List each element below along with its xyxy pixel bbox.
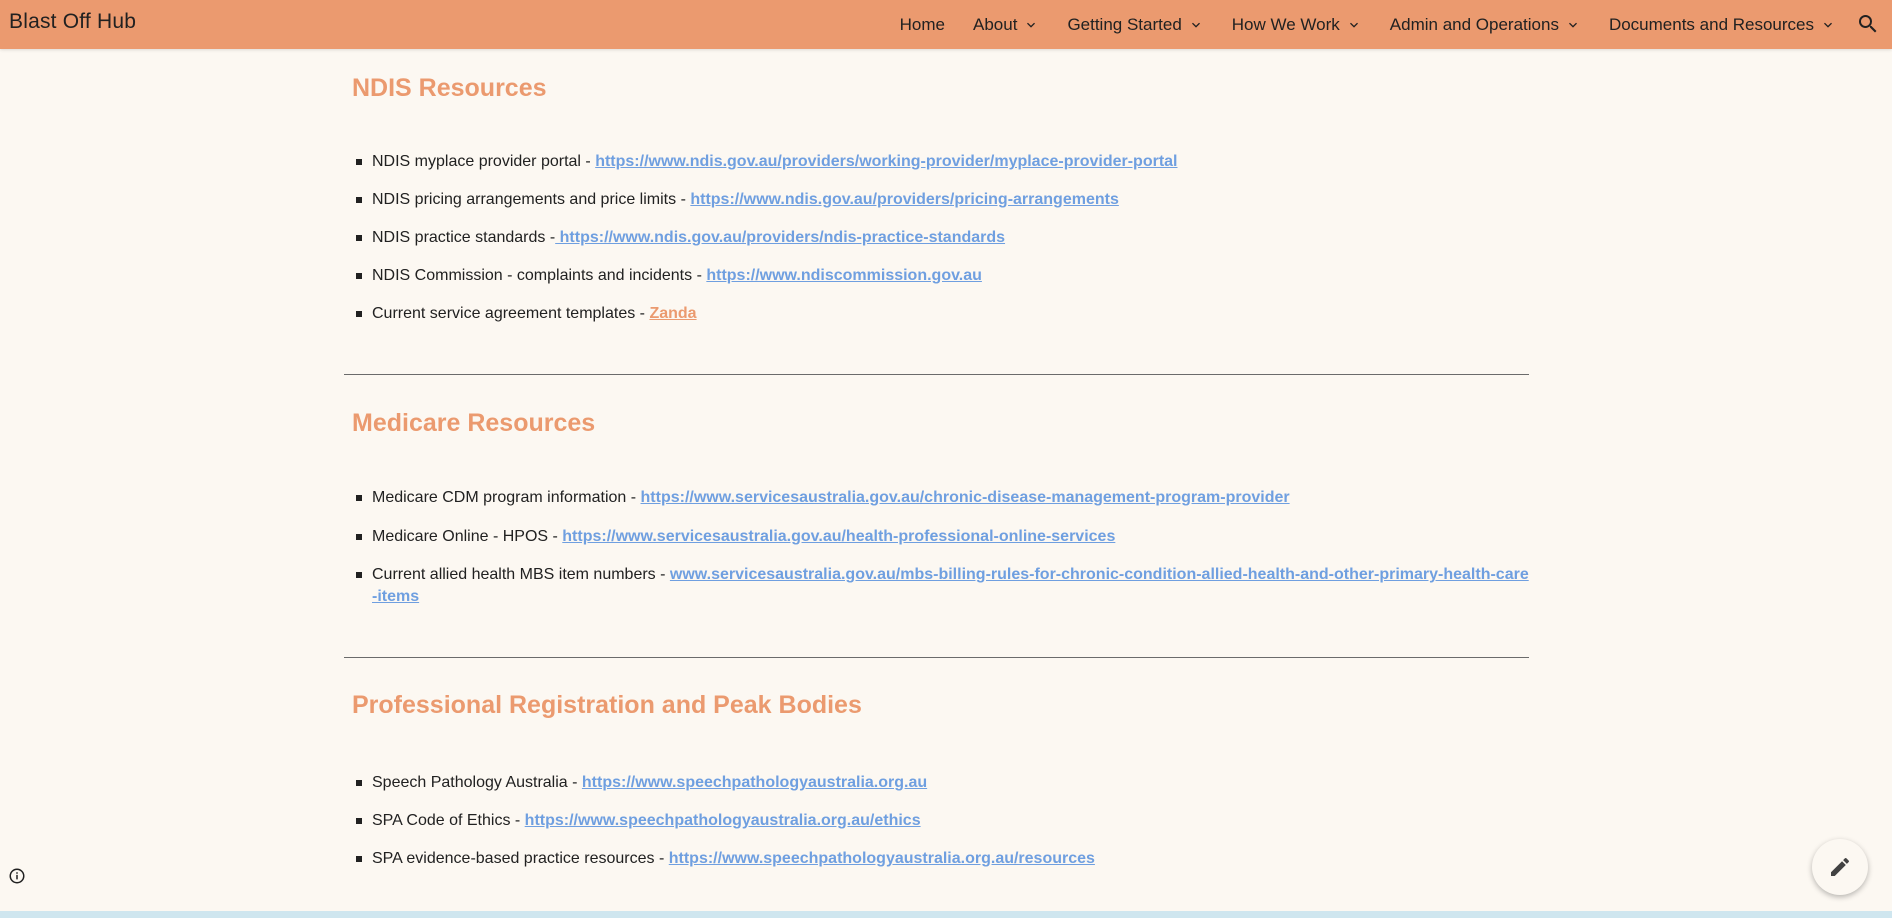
list-item: NDIS pricing arrangements and price limi…: [344, 189, 1530, 211]
nav-admin-and-operations[interactable]: Admin and Operations: [1390, 15, 1581, 35]
resource-link[interactable]: https://www.ndis.gov.au/providers/pricin…: [690, 191, 1119, 208]
nav-how-we-work-label: How We Work: [1231, 14, 1340, 34]
list-item-text: SPA Code of Ethics -: [372, 812, 525, 829]
nav-home-label: Home: [899, 14, 945, 34]
site-title[interactable]: Blast Off Hub: [9, 10, 136, 34]
ndis-resource-list: NDIS myplace provider portal - https://w…: [344, 151, 1530, 325]
edit-button[interactable]: [1812, 839, 1868, 895]
list-item-text: NDIS Commission - complaints and inciden…: [372, 267, 707, 284]
section-divider: [344, 657, 1529, 658]
nav-about-label: About: [973, 14, 1018, 34]
search-icon[interactable]: [1856, 12, 1880, 36]
chevron-down-icon: [1027, 22, 1036, 28]
nav-getting-started-label: Getting Started: [1067, 14, 1182, 34]
resource-link[interactable]: https://www.speechpathologyaustralia.org…: [525, 812, 921, 829]
section-title-medicare: Medicare Resources: [352, 409, 596, 437]
list-item-text: Current service agreement templates -: [372, 305, 650, 322]
info-icon[interactable]: [8, 867, 26, 885]
resource-link[interactable]: https://www.ndis.gov.au/providers/ndis-p…: [555, 229, 1005, 246]
medicare-resource-list: Medicare CDM program information - https…: [344, 487, 1530, 608]
chevron-down-icon: [1568, 22, 1577, 28]
chevron-down-icon: [1191, 22, 1200, 28]
chevron-down-icon: [1349, 22, 1358, 28]
resource-link[interactable]: https://www.ndiscommission.gov.au: [706, 267, 982, 284]
nav-documents-and-resources[interactable]: Documents and Resources: [1609, 15, 1836, 35]
resource-link[interactable]: https://www.servicesaustralia.gov.au/chr…: [641, 489, 1290, 506]
nav-home[interactable]: Home: [900, 15, 945, 35]
list-item-text: Medicare CDM program information -: [372, 489, 641, 506]
resource-link[interactable]: https://www.speechpathologyaustralia.org…: [669, 850, 1095, 867]
list-item: Current service agreement templates - Za…: [344, 303, 1530, 325]
list-item-text: NDIS myplace provider portal -: [372, 153, 596, 170]
resource-link[interactable]: https://www.servicesaustralia.gov.au/hea…: [562, 528, 1115, 545]
list-item-text: SPA evidence-based practice resources -: [372, 850, 669, 867]
main-content: NDIS Resources NDIS myplace provider por…: [344, 49, 1530, 870]
list-item-text: Speech Pathology Australia -: [372, 774, 582, 791]
professional-resource-list: Speech Pathology Australia - https://www…: [344, 772, 1530, 870]
main-nav: Home About Getting Started How We Work A…: [872, 0, 1836, 49]
nav-how-we-work[interactable]: How We Work: [1232, 15, 1362, 35]
resource-link[interactable]: https://www.speechpathologyaustralia.org…: [582, 774, 927, 791]
list-item: Medicare Online - HPOS - https://www.ser…: [344, 526, 1530, 548]
nav-about[interactable]: About: [973, 15, 1039, 35]
list-item: SPA evidence-based practice resources - …: [344, 848, 1530, 870]
section-divider: [344, 374, 1529, 375]
section-title-ndis: NDIS Resources: [352, 74, 547, 102]
chevron-down-icon: [1824, 22, 1832, 28]
top-nav-bar: Blast Off Hub Home About Getting Started…: [0, 0, 1892, 49]
list-item: NDIS Commission - complaints and inciden…: [344, 265, 1530, 287]
nav-documents-and-resources-label: Documents and Resources: [1608, 14, 1814, 34]
pencil-icon: [1831, 857, 1850, 876]
list-item-text: NDIS pricing arrangements and price limi…: [372, 191, 691, 208]
list-item: Speech Pathology Australia - https://www…: [344, 772, 1530, 794]
list-item: Medicare CDM program information - https…: [344, 487, 1530, 509]
list-item: Current allied health MBS item numbers -…: [344, 564, 1530, 608]
bottom-strip: [0, 911, 1892, 918]
list-item-text: Medicare Online - HPOS -: [372, 528, 563, 545]
nav-admin-and-operations-label: Admin and Operations: [1389, 14, 1559, 34]
list-item: NDIS practice standards - https://www.nd…: [344, 227, 1530, 249]
list-item-text: Current allied health MBS item numbers -: [372, 566, 670, 583]
zanda-link[interactable]: Zanda: [649, 305, 696, 322]
list-item: SPA Code of Ethics - https://www.speechp…: [344, 810, 1530, 832]
list-item-text: NDIS practice standards -: [372, 229, 556, 246]
nav-getting-started[interactable]: Getting Started: [1067, 15, 1203, 35]
section-title-professional-registration: Professional Registration and Peak Bodie…: [352, 691, 862, 719]
resource-link[interactable]: https://www.ndis.gov.au/providers/workin…: [595, 153, 1177, 170]
list-item: NDIS myplace provider portal - https://w…: [344, 151, 1530, 173]
